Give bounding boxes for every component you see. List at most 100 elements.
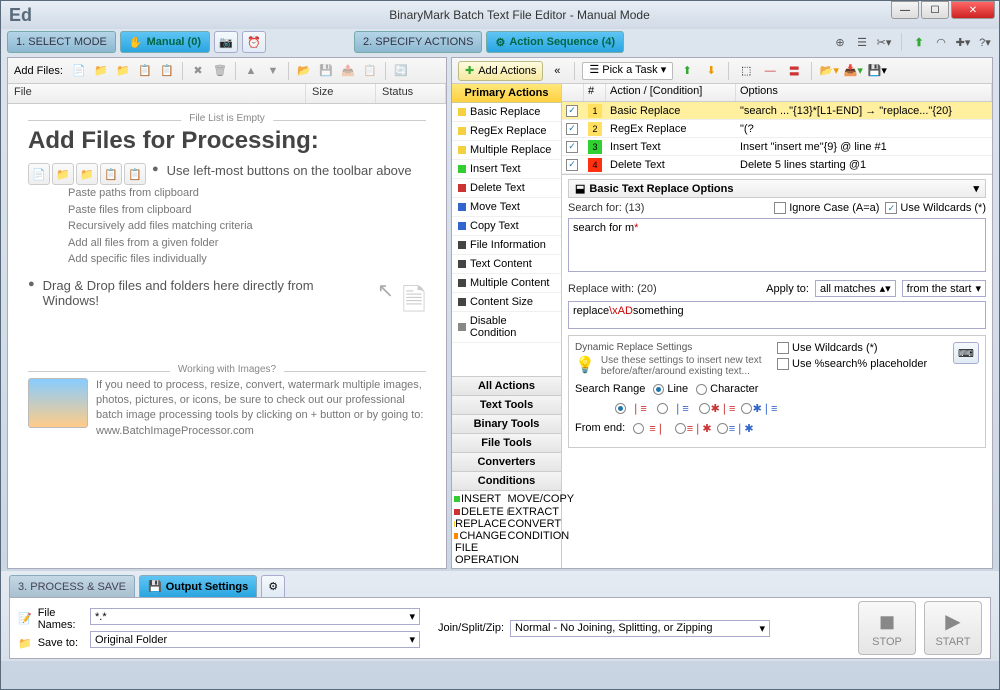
action-item[interactable]: Basic Replace <box>452 103 561 122</box>
apply-to-label: Apply to: <box>766 283 809 295</box>
range-line-radio[interactable]: Line <box>653 383 688 395</box>
action-item[interactable]: Insert Text <box>452 160 561 179</box>
up-icon[interactable]: ▲ <box>241 61 261 81</box>
range-opt-3[interactable]: ✱❘≡ <box>699 401 733 415</box>
replace-with-input[interactable]: replace\xADsomething <box>568 301 986 329</box>
join-select[interactable]: Normal - No Joining, Splitting, or Zippi… <box>510 620 770 637</box>
maximize-button[interactable]: ☐ <box>921 1 949 19</box>
action-category-tab[interactable]: File Tools <box>452 433 561 452</box>
open-actions-icon[interactable]: 📂▾ <box>819 61 839 81</box>
export-icon[interactable]: 📤 <box>338 61 358 81</box>
action-item[interactable]: RegEx Replace <box>452 122 561 141</box>
close-button[interactable]: ✕ <box>951 1 995 19</box>
sequence-row[interactable]: ✓2RegEx Replace"(? <box>562 120 992 138</box>
help-icon[interactable]: ?▾ <box>977 34 993 50</box>
range-opt-2[interactable]: ❘≡ <box>657 401 691 415</box>
step3-tab[interactable]: 3. PROCESS & SAVE <box>9 575 135 597</box>
col-file[interactable]: File <box>8 84 306 103</box>
save-list-icon[interactable]: 💾 <box>316 61 336 81</box>
clear-icon[interactable]: 🗑 <box>210 61 230 81</box>
start-button[interactable]: ▶ START <box>924 601 982 655</box>
dyn-search-checkbox[interactable]: Use %search% placeholder <box>777 358 947 370</box>
action-sequence-tab[interactable]: ⚙ Action Sequence (4) <box>486 31 624 53</box>
step2-button[interactable]: 2. SPECIFY ACTIONS <box>354 31 482 53</box>
wifi-icon[interactable]: ◠ <box>933 34 949 50</box>
clock-button[interactable]: ⏰ <box>242 31 266 53</box>
end-opt-1[interactable]: ≡❘ <box>633 421 667 435</box>
action-item[interactable]: Move Text <box>452 198 561 217</box>
save-actions-icon[interactable]: 💾▾ <box>867 61 887 81</box>
save-to-input[interactable]: Original Folder▾ <box>90 631 420 648</box>
settings-gear-button[interactable]: ⚙ <box>261 575 285 597</box>
add-file-icon[interactable]: 📄 <box>69 61 89 81</box>
remove-action-icon[interactable]: — <box>760 61 780 81</box>
action-item[interactable]: File Information <box>452 236 561 255</box>
collapse-icon[interactable]: « <box>547 61 567 81</box>
action-category-tab[interactable]: Conditions <box>452 471 561 490</box>
plus-icon[interactable]: ✚▾ <box>955 34 971 50</box>
output-settings-tab[interactable]: 💾 Output Settings <box>139 575 257 597</box>
action-category-tab[interactable]: Binary Tools <box>452 414 561 433</box>
add-folder-icon[interactable]: 📁 <box>91 61 111 81</box>
step1-button[interactable]: 1. SELECT MODE <box>7 31 116 53</box>
hint-e: Add specific files individually <box>68 251 426 268</box>
camera-button[interactable]: 📷 <box>214 31 238 53</box>
clear-actions-icon[interactable]: 〓 <box>784 61 804 81</box>
dropdown-icon[interactable]: ▾ <box>973 182 979 195</box>
manual-tab[interactable]: ✋ Manual (0) <box>120 31 210 53</box>
col-size[interactable]: Size <box>306 84 376 103</box>
ignore-case-checkbox[interactable]: Ignore Case (A=a) <box>774 202 879 214</box>
copy-icon[interactable]: 📋 <box>360 61 380 81</box>
apply-to-select[interactable]: all matches▴▾ <box>815 280 896 297</box>
action-item[interactable]: Text Content <box>452 255 561 274</box>
list-icon[interactable]: ☰ <box>854 34 870 50</box>
file-names-input[interactable]: *.*▾ <box>90 608 420 625</box>
pick-task-dropdown[interactable]: ☰ Pick a Task ▾ <box>582 62 673 80</box>
range-char-radio[interactable]: Character <box>696 383 758 395</box>
down-icon[interactable]: ▼ <box>263 61 283 81</box>
refresh-icon[interactable]: 🔄 <box>391 61 411 81</box>
end-opt-2[interactable]: ≡❘✱ <box>675 421 709 435</box>
range-opt-1[interactable]: ❘≡ <box>615 401 649 415</box>
add-actions-button[interactable]: ✚ Add Actions <box>458 61 543 81</box>
action-item[interactable]: Copy Text <box>452 217 561 236</box>
empty-files-area[interactable]: File List is Empty Add Files for Process… <box>8 104 446 568</box>
tools-icon[interactable]: ✂▾ <box>876 34 892 50</box>
add-recursive-icon[interactable]: 📁 <box>113 61 133 81</box>
range-opt-4[interactable]: ✱❘≡ <box>741 401 775 415</box>
action-category-tab[interactable]: All Actions <box>452 376 561 395</box>
action-item[interactable]: Content Size <box>452 293 561 312</box>
sequence-row[interactable]: ✓3Insert TextInsert "insert me"{9} @ lin… <box>562 138 992 156</box>
seq-col-options[interactable]: Options <box>736 84 992 101</box>
from-select[interactable]: from the start▾ <box>902 280 986 297</box>
open-icon[interactable]: 📂 <box>294 61 314 81</box>
move-down-icon[interactable]: ⬇ <box>701 61 721 81</box>
action-item[interactable]: Multiple Content <box>452 274 561 293</box>
up-arrow-icon[interactable]: ⬆ <box>911 34 927 50</box>
app-logo: Ed <box>9 5 32 26</box>
minimize-button[interactable]: — <box>891 1 919 19</box>
seq-col-num[interactable]: # <box>584 84 606 101</box>
action-category-tab[interactable]: Text Tools <box>452 395 561 414</box>
remove-icon[interactable]: ✖ <box>188 61 208 81</box>
dyn-wildcards-checkbox[interactable]: Use Wildcards (*) <box>777 342 947 354</box>
col-status[interactable]: Status <box>376 84 446 103</box>
use-wildcards-checkbox[interactable]: ✓Use Wildcards (*) <box>885 202 986 214</box>
paste-paths-icon[interactable]: 📋 <box>157 61 177 81</box>
stop-button[interactable]: ◼ STOP <box>858 601 916 655</box>
action-item[interactable]: Multiple Replace <box>452 141 561 160</box>
seq-col-action[interactable]: Action / [Condition] <box>606 84 736 101</box>
globe-icon[interactable]: ⊕ <box>832 34 848 50</box>
keyboard-icon[interactable]: ⌨ <box>953 342 979 364</box>
action-item[interactable]: Disable Condition <box>452 312 561 343</box>
paste-files-icon[interactable]: 📋 <box>135 61 155 81</box>
toggle-icon[interactable]: ⬚ <box>736 61 756 81</box>
search-for-input[interactable]: search for m* <box>568 218 986 272</box>
sequence-row[interactable]: ✓4Delete TextDelete 5 lines starting @1 <box>562 156 992 174</box>
import-actions-icon[interactable]: 📥▾ <box>843 61 863 81</box>
end-opt-3[interactable]: ≡❘✱ <box>717 421 751 435</box>
action-category-tab[interactable]: Converters <box>452 452 561 471</box>
sequence-row[interactable]: ✓1Basic Replace"search ..."{13}*[L1-END]… <box>562 102 992 120</box>
move-up-icon[interactable]: ⬆ <box>677 61 697 81</box>
action-item[interactable]: Delete Text <box>452 179 561 198</box>
